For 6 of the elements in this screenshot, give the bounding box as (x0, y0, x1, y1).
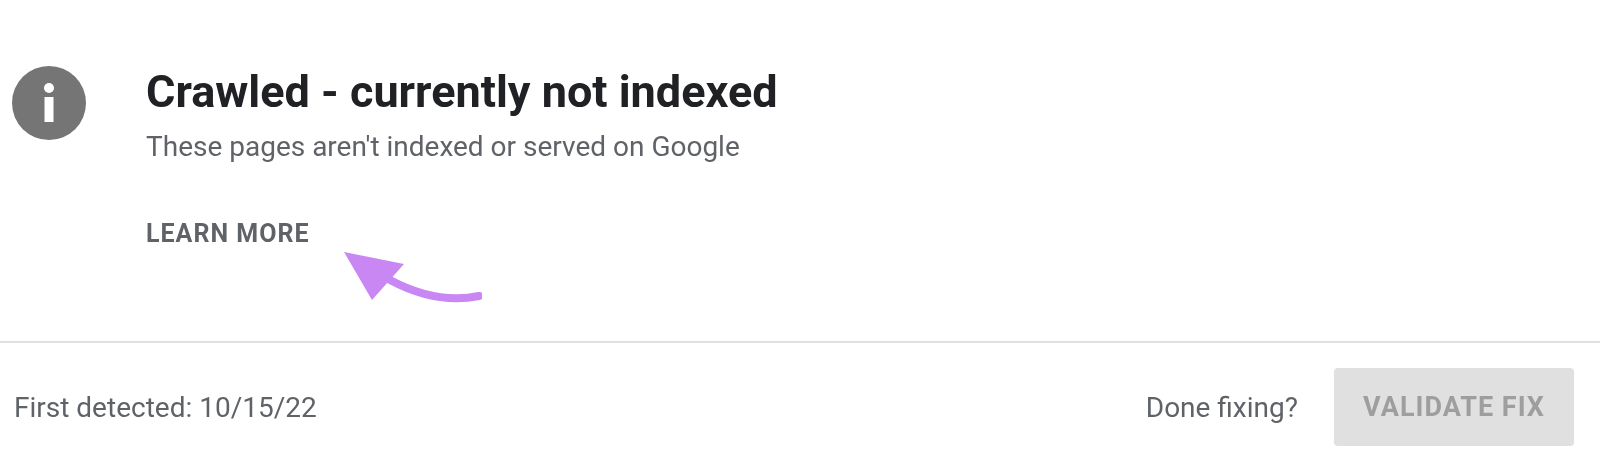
info-icon (12, 66, 86, 140)
done-fixing-text: Done fixing? (1145, 390, 1298, 424)
issue-description: These pages aren't indexed or served on Google (146, 130, 740, 163)
learn-more-link[interactable]: LEARN MORE (146, 219, 310, 248)
issue-title: Crawled - currently not indexed (146, 66, 778, 118)
first-detected-text: First detected: 10/15/22 (14, 390, 318, 424)
